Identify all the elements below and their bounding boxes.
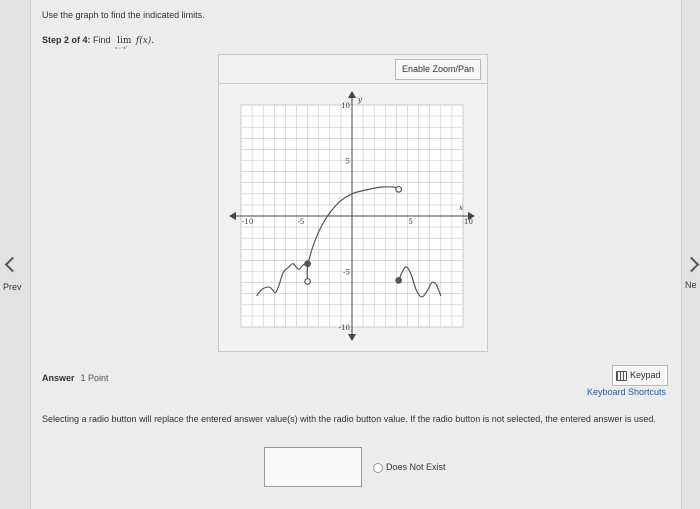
closed-point bbox=[395, 276, 403, 284]
answer-label: Answer bbox=[42, 373, 75, 383]
x-tick-label: -5 bbox=[298, 218, 305, 226]
open-point bbox=[395, 185, 403, 193]
y-tick-label: -5 bbox=[343, 269, 350, 277]
does-not-exist-label: Does Not Exist bbox=[386, 462, 446, 472]
keyboard-shortcuts-link[interactable]: Keyboard Shortcuts bbox=[587, 387, 666, 397]
prev-button[interactable]: Prev bbox=[0, 252, 30, 300]
y-tick-label: 5 bbox=[346, 158, 350, 166]
x-axis-arrow-left bbox=[229, 212, 236, 220]
step-label: Step 2 of 4: bbox=[42, 35, 91, 45]
instruction-text: Use the graph to find the indicated limi… bbox=[42, 10, 205, 20]
answer-input[interactable] bbox=[264, 447, 362, 487]
answer-points: 1 Point bbox=[80, 373, 109, 383]
answer-heading: Answer 1 Point bbox=[42, 373, 109, 383]
closed-point bbox=[304, 260, 311, 268]
x-tick-label: 10 bbox=[464, 218, 473, 226]
does-not-exist-radio[interactable] bbox=[373, 463, 383, 473]
open-point bbox=[304, 278, 311, 285]
next-label: Ne bbox=[685, 280, 697, 290]
limit-expression: lim x→−4⁺ bbox=[115, 35, 131, 50]
prev-label: Prev bbox=[3, 282, 22, 292]
keypad-label: Keypad bbox=[630, 370, 661, 380]
find-text: Find bbox=[93, 35, 111, 45]
y-tick-label: -10 bbox=[339, 324, 350, 332]
x-axis-name: x bbox=[459, 204, 463, 212]
y-axis-arrow-down bbox=[348, 334, 356, 341]
chevron-left-icon bbox=[4, 256, 21, 273]
next-button[interactable]: Ne bbox=[682, 252, 700, 300]
x-tick-label: -10 bbox=[242, 218, 253, 226]
y-axis-name: y bbox=[357, 96, 363, 104]
step-prompt: Step 2 of 4: Find lim x→−4⁺ f(x). bbox=[42, 35, 155, 50]
keypad-icon bbox=[616, 371, 627, 381]
x-tick-label: 5 bbox=[409, 218, 413, 226]
function-expression: f(x). bbox=[135, 36, 155, 46]
keypad-button[interactable]: Keypad bbox=[612, 365, 668, 386]
y-tick-label: 10 bbox=[341, 102, 350, 110]
chevron-right-icon bbox=[683, 256, 700, 273]
lim-subscript: x→−4⁺ bbox=[115, 45, 128, 50]
y-axis-arrow-up bbox=[348, 91, 356, 98]
graph-panel: Enable Zoom/Pan -10 -5 5 10 10 5 -5 -10 x y bbox=[218, 54, 488, 352]
graph-canvas[interactable]: -10 -5 5 10 10 5 -5 -10 x y bbox=[219, 55, 487, 351]
radio-note: Selecting a radio button will replace th… bbox=[42, 414, 656, 424]
